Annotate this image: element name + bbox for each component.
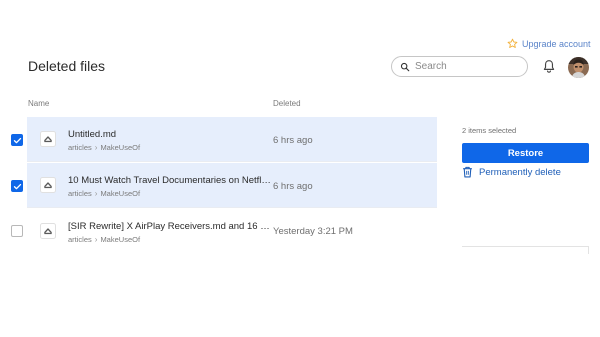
- column-header-name[interactable]: Name: [28, 99, 49, 108]
- search-input[interactable]: [415, 58, 515, 75]
- avatar[interactable]: [568, 57, 589, 78]
- side-panel-divider: [462, 246, 589, 247]
- path-parent[interactable]: articles: [68, 235, 92, 244]
- path-child[interactable]: MakeUseOf: [100, 235, 140, 244]
- file-icon: [40, 223, 56, 239]
- deleted-time: Yesterday 3:21 PM: [273, 226, 353, 237]
- check-icon: [13, 137, 21, 143]
- file-path[interactable]: articles › MakeUseOf: [68, 189, 140, 198]
- check-icon: [13, 183, 21, 189]
- deleted-time: 6 hrs ago: [273, 135, 313, 146]
- row-divider: [27, 161, 437, 162]
- row-checkbox[interactable]: [11, 134, 23, 146]
- row-divider: [27, 207, 437, 208]
- star-icon: [507, 38, 518, 49]
- permanently-delete-label: Permanently delete: [479, 166, 561, 178]
- notifications-button[interactable]: [542, 59, 556, 74]
- file-icon: [40, 177, 56, 193]
- path-child[interactable]: MakeUseOf: [100, 143, 140, 152]
- upgrade-account-label: Upgrade account: [522, 38, 591, 49]
- search-box[interactable]: [391, 56, 528, 77]
- table-row[interactable]: 10 Must Watch Travel Documentaries on Ne…: [0, 163, 437, 208]
- deleted-time: 6 hrs ago: [273, 181, 313, 192]
- permanently-delete-button[interactable]: Permanently delete: [462, 166, 561, 178]
- page-blank-area: [0, 254, 600, 337]
- file-path[interactable]: articles › MakeUseOf: [68, 235, 140, 244]
- row-checkbox[interactable]: [11, 180, 23, 192]
- table-row[interactable]: [SIR Rewrite] X AirPlay Receivers.md and…: [0, 209, 437, 254]
- file-name[interactable]: [SIR Rewrite] X AirPlay Receivers.md and…: [68, 221, 272, 232]
- file-name[interactable]: Untitled.md: [68, 129, 272, 140]
- path-child[interactable]: MakeUseOf: [100, 189, 140, 198]
- selection-count: 2 items selected: [462, 126, 517, 135]
- path-separator-icon: ›: [94, 189, 98, 198]
- file-icon: [40, 131, 56, 147]
- page-title: Deleted files: [28, 58, 106, 74]
- file-name[interactable]: 10 Must Watch Travel Documentaries on Ne…: [68, 175, 272, 186]
- bell-icon: [542, 59, 556, 74]
- row-checkbox[interactable]: [11, 225, 23, 237]
- path-separator-icon: ›: [94, 235, 98, 244]
- path-separator-icon: ›: [94, 143, 98, 152]
- search-icon: [400, 62, 410, 72]
- path-parent[interactable]: articles: [68, 143, 92, 152]
- path-parent[interactable]: articles: [68, 189, 92, 198]
- restore-button[interactable]: Restore: [462, 143, 589, 163]
- file-path[interactable]: articles › MakeUseOf: [68, 143, 140, 152]
- column-header-deleted[interactable]: Deleted: [273, 99, 301, 108]
- upgrade-account-link[interactable]: Upgrade account: [507, 38, 591, 49]
- side-panel-border: [588, 246, 589, 254]
- trash-icon: [462, 166, 473, 178]
- table-row[interactable]: Untitled.md articles › MakeUseOf 6 hrs a…: [0, 117, 437, 162]
